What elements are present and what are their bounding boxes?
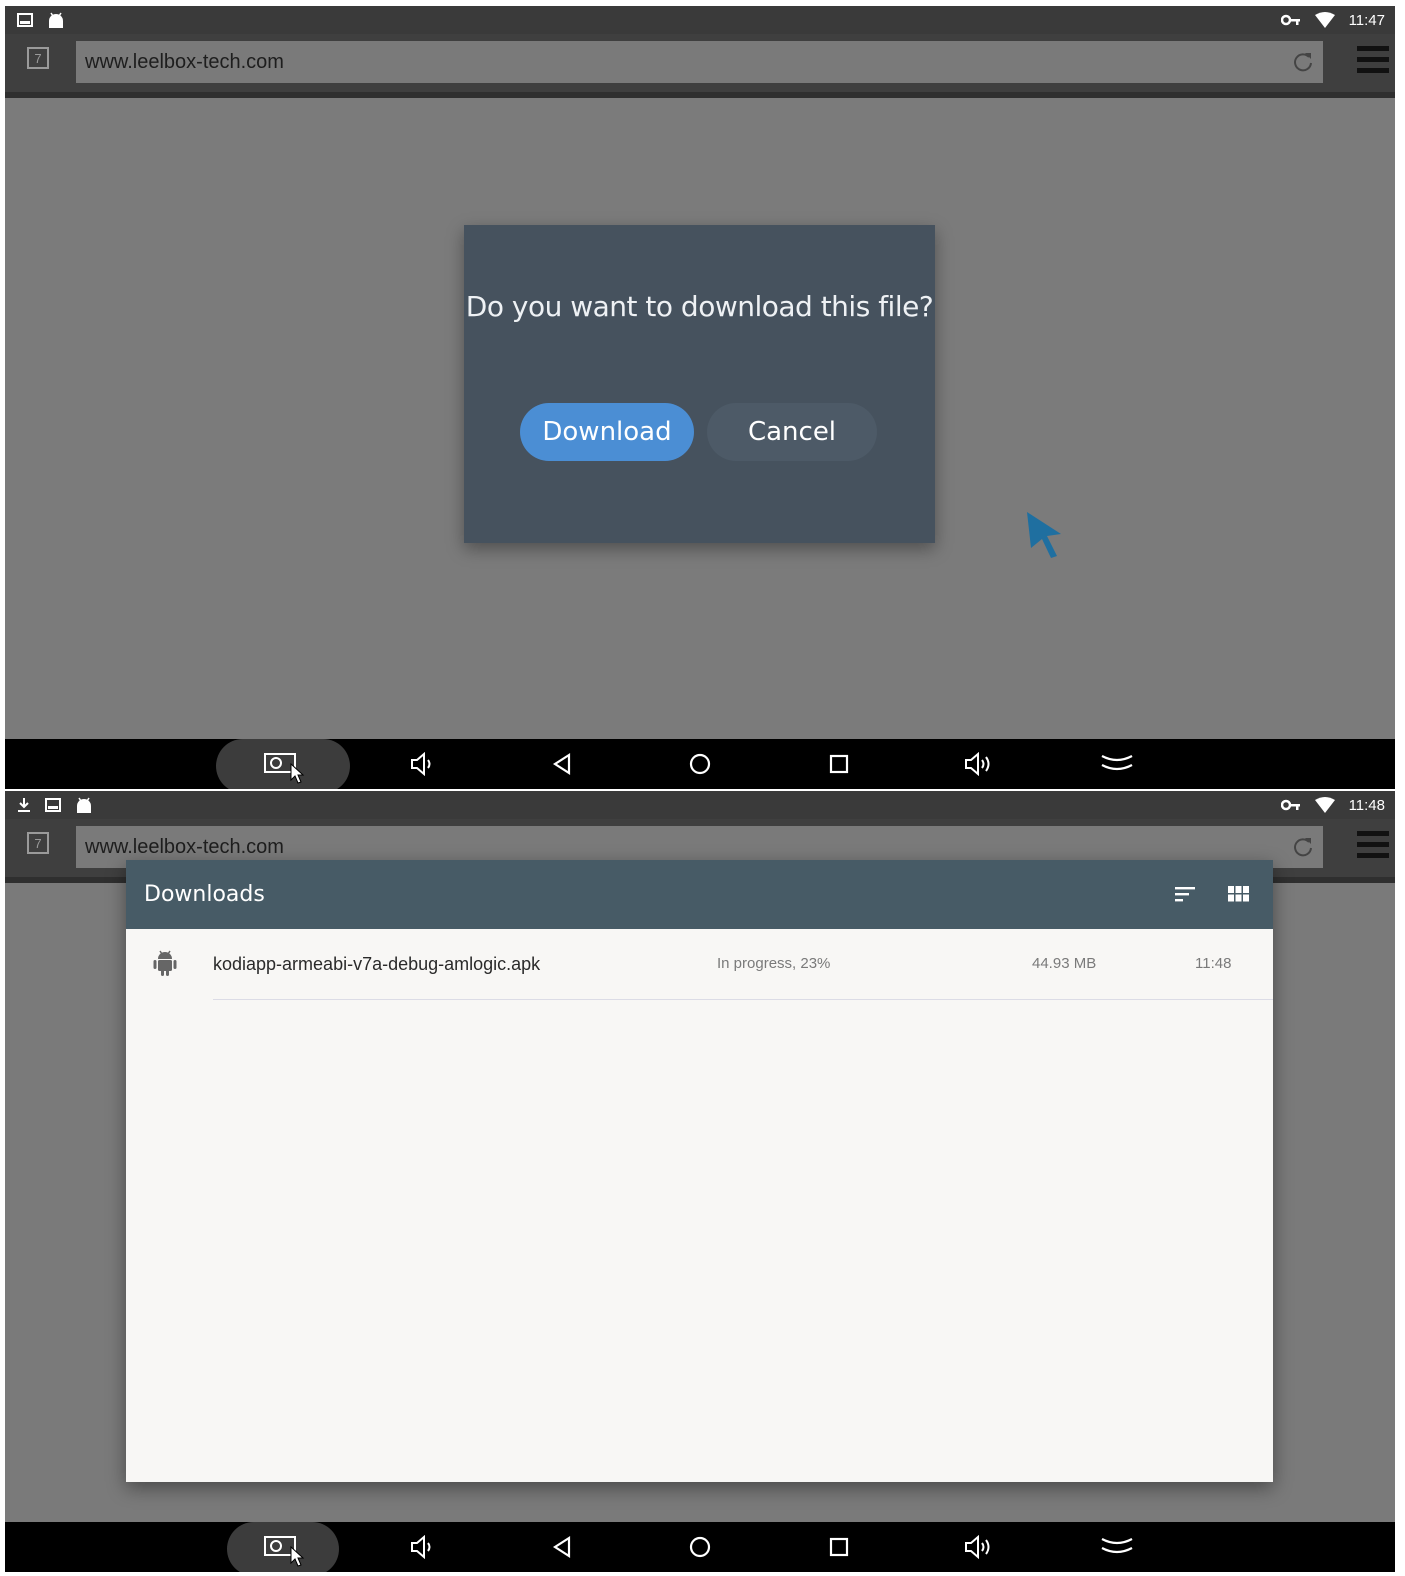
collapse-icon bbox=[1101, 755, 1133, 771]
image-notification-icon bbox=[17, 13, 33, 27]
download-status: In progress, 23% bbox=[717, 955, 831, 972]
android-notification-icon bbox=[49, 12, 63, 28]
browser-toolbar: 7 www.leelbox-tech.com bbox=[5, 34, 1395, 98]
volume-down-icon bbox=[411, 752, 431, 776]
downloads-panel: Downloads kodiapp-armeabi-v7a-debug-amlo… bbox=[126, 860, 1273, 1482]
reload-icon[interactable] bbox=[1291, 50, 1315, 74]
collapse-button[interactable] bbox=[1097, 739, 1137, 789]
mouse-pointer-icon bbox=[1027, 512, 1061, 558]
home-icon bbox=[689, 1536, 711, 1558]
volume-up-icon bbox=[965, 752, 990, 776]
url-text: www.leelbox-tech.com bbox=[85, 836, 284, 858]
screenshot-button[interactable] bbox=[261, 739, 305, 789]
wifi-icon bbox=[1314, 797, 1335, 813]
status-bar: 11:48 bbox=[5, 791, 1395, 819]
dialog-message: Do you want to download this file? bbox=[465, 290, 934, 323]
download-filename: kodiapp-armeabi-v7a-debug-amlogic.apk bbox=[213, 954, 541, 974]
screenshot-icon bbox=[264, 753, 305, 784]
grid-view-icon[interactable] bbox=[1228, 885, 1250, 903]
home-button[interactable] bbox=[683, 1522, 717, 1572]
menu-icon[interactable] bbox=[1357, 46, 1389, 74]
volume-up-button[interactable] bbox=[961, 1522, 995, 1572]
download-notification-icon bbox=[18, 798, 30, 812]
recents-button[interactable] bbox=[822, 739, 856, 789]
download-list-item[interactable]: kodiapp-armeabi-v7a-debug-amlogic.apk In… bbox=[126, 929, 1273, 999]
collapse-icon bbox=[1101, 1538, 1133, 1554]
vpn-key-icon bbox=[1280, 14, 1300, 26]
back-icon bbox=[552, 752, 571, 776]
system-navigation-bar bbox=[5, 739, 1395, 789]
volume-down-button[interactable] bbox=[405, 1522, 439, 1572]
list-divider bbox=[213, 999, 1273, 1000]
tab-count-button[interactable]: 7 bbox=[27, 832, 49, 854]
download-dialog: Do you want to download this file? Downl… bbox=[464, 225, 935, 543]
home-button[interactable] bbox=[683, 739, 717, 789]
screen-downloads: 11:48 7 www.leelbox-tech.com Downloads k… bbox=[5, 791, 1395, 1572]
screenshot-icon bbox=[264, 1536, 305, 1567]
volume-up-button[interactable] bbox=[961, 739, 995, 789]
screenshot-button[interactable] bbox=[261, 1522, 305, 1572]
sort-icon[interactable] bbox=[1175, 885, 1197, 903]
download-size: 44.93 MB bbox=[1032, 955, 1097, 972]
downloads-title: Downloads bbox=[144, 882, 265, 907]
url-field[interactable]: www.leelbox-tech.com bbox=[76, 41, 1323, 83]
cancel-button[interactable]: Cancel bbox=[707, 403, 877, 461]
android-notification-icon bbox=[77, 797, 91, 813]
back-button[interactable] bbox=[545, 1522, 579, 1572]
screen-download-prompt: 11:47 7 www.leelbox-tech.com Do you want… bbox=[5, 6, 1395, 789]
volume-down-button[interactable] bbox=[405, 739, 439, 789]
image-notification-icon bbox=[45, 798, 61, 812]
download-time: 11:48 bbox=[1195, 955, 1232, 972]
status-time: 11:48 bbox=[1348, 796, 1385, 814]
status-bar: 11:47 bbox=[5, 6, 1395, 34]
wifi-icon bbox=[1314, 12, 1335, 28]
back-icon bbox=[552, 1535, 571, 1559]
status-time: 11:47 bbox=[1348, 11, 1385, 29]
reload-icon[interactable] bbox=[1291, 835, 1315, 859]
tab-count-button[interactable]: 7 bbox=[27, 47, 49, 69]
vpn-key-icon bbox=[1280, 799, 1300, 811]
volume-up-icon bbox=[965, 1535, 990, 1559]
recents-icon bbox=[829, 754, 849, 774]
collapse-button[interactable] bbox=[1097, 1522, 1137, 1572]
recents-icon bbox=[829, 1537, 849, 1557]
recents-button[interactable] bbox=[822, 1522, 856, 1572]
downloads-header: Downloads bbox=[126, 860, 1273, 929]
volume-down-icon bbox=[411, 1535, 431, 1559]
menu-icon[interactable] bbox=[1357, 831, 1389, 859]
home-icon bbox=[689, 753, 711, 775]
system-navigation-bar bbox=[5, 1522, 1395, 1572]
url-text: www.leelbox-tech.com bbox=[85, 51, 284, 73]
back-button[interactable] bbox=[545, 739, 579, 789]
download-button[interactable]: Download bbox=[520, 403, 694, 461]
android-apk-icon bbox=[153, 950, 177, 976]
